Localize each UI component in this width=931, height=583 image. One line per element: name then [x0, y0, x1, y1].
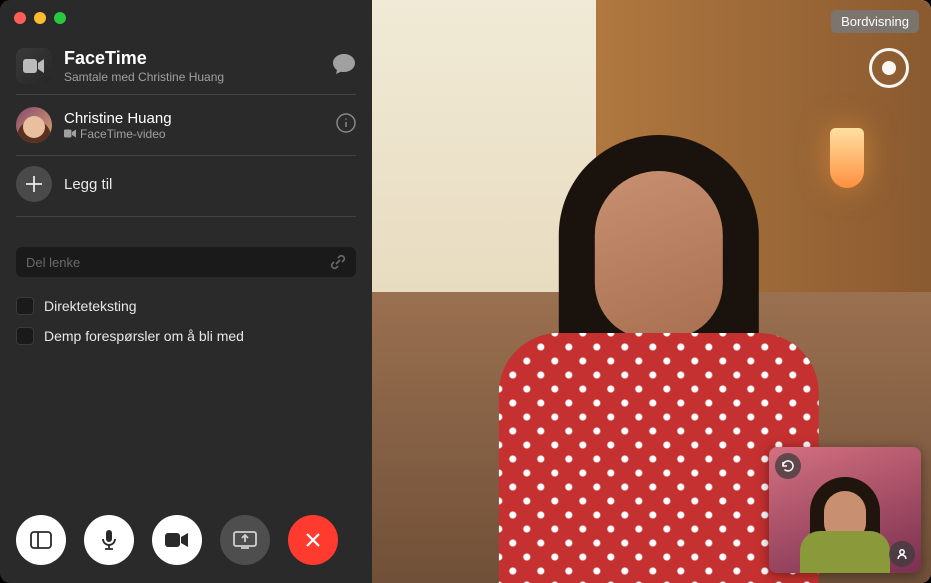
- person-crop-icon: [895, 547, 909, 561]
- sidebar: FaceTime Samtale med Christine Huang Chr…: [0, 0, 372, 583]
- remote-video-view: Bordvisning: [372, 0, 931, 583]
- video-icon: [64, 129, 76, 138]
- pip-effects-button[interactable]: [889, 541, 915, 567]
- live-captions-checkbox[interactable]: [16, 297, 34, 315]
- facetime-app-icon: [16, 48, 52, 84]
- video-icon: [165, 532, 189, 548]
- silence-join-requests-checkbox[interactable]: [16, 327, 34, 345]
- mute-button[interactable]: [84, 515, 134, 565]
- call-controls: [16, 515, 338, 565]
- self-figure: [800, 471, 890, 573]
- call-subtitle: Samtale med Christine Huang: [64, 70, 224, 84]
- call-header: FaceTime Samtale med Christine Huang: [0, 42, 372, 94]
- participant-name: Christine Huang: [64, 110, 172, 127]
- messages-button[interactable]: [332, 53, 356, 80]
- silence-join-requests-label: Demp forespørsler om å bli med: [44, 328, 244, 344]
- facetime-window: FaceTime Samtale med Christine Huang Chr…: [0, 0, 931, 583]
- participant-status: FaceTime-video: [64, 127, 172, 141]
- link-icon: [330, 254, 346, 270]
- plus-icon: [25, 175, 43, 193]
- info-icon: [336, 113, 356, 133]
- maximize-window-button[interactable]: [54, 12, 66, 24]
- share-link-field[interactable]: Del lenke: [16, 247, 356, 277]
- share-link-placeholder: Del lenke: [26, 255, 80, 270]
- add-button[interactable]: [16, 166, 52, 202]
- refresh-icon: [781, 459, 795, 473]
- minimize-window-button[interactable]: [34, 12, 46, 24]
- video-icon: [23, 58, 45, 74]
- background-lamp: [830, 128, 864, 188]
- desk-view-button[interactable]: Bordvisning: [831, 10, 919, 33]
- silence-join-requests-row[interactable]: Demp forespørsler om å bli med: [0, 321, 372, 351]
- self-view-pip[interactable]: [769, 447, 921, 573]
- live-captions-row[interactable]: Direkteteksting: [0, 291, 372, 321]
- app-title: FaceTime: [64, 48, 224, 70]
- microphone-icon: [101, 529, 117, 551]
- sidebar-icon: [30, 531, 52, 549]
- camera-toggle-button[interactable]: [152, 515, 202, 565]
- add-label: Legg til: [64, 176, 112, 193]
- screen-share-icon: [233, 531, 257, 549]
- divider: [16, 216, 356, 217]
- sidebar-toggle-button[interactable]: [16, 515, 66, 565]
- pip-swap-button[interactable]: [775, 453, 801, 479]
- close-icon: [303, 530, 323, 550]
- add-participant-row[interactable]: Legg til: [0, 156, 372, 216]
- close-window-button[interactable]: [14, 12, 26, 24]
- window-controls: [14, 12, 66, 24]
- participant-avatar: [16, 107, 52, 143]
- screen-share-button[interactable]: [220, 515, 270, 565]
- end-call-button[interactable]: [288, 515, 338, 565]
- live-photo-button[interactable]: [869, 48, 909, 88]
- chat-bubble-icon: [332, 53, 356, 75]
- participant-info-button[interactable]: [336, 113, 356, 138]
- live-captions-label: Direkteteksting: [44, 298, 137, 314]
- participant-row[interactable]: Christine Huang FaceTime-video: [0, 95, 372, 155]
